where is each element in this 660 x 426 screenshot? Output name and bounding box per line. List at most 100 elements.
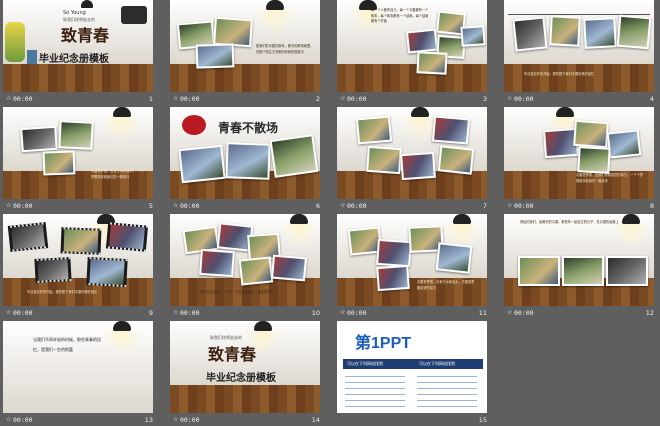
- photo: [405, 28, 439, 54]
- slide-duration: 00:00: [180, 416, 200, 424]
- slide-number: 2: [315, 95, 320, 103]
- slide-preview: 致我们终将逝去的 致青春 毕业纪念册模板: [170, 321, 320, 413]
- slide-number: 4: [649, 95, 654, 103]
- animation-star-icon[interactable]: ☆: [340, 202, 345, 209]
- animation-star-icon[interactable]: ☆: [173, 95, 178, 102]
- photo: [376, 238, 412, 268]
- caption-text: 曾经的我们，最美好的青春，那些年一起走过的日子，在青春的画卷上: [520, 220, 619, 224]
- slide-meta: 15: [337, 414, 487, 426]
- animation-star-icon[interactable]: ☆: [173, 416, 178, 423]
- caption-text: 青春是梦想，是我们勇敢前进的动力，一个个梦想陪伴着我们一路走来: [576, 173, 643, 183]
- slide-preview: 毕业是另外的开始，那些属于我们青春的美好回忆: [3, 214, 153, 306]
- slide-preview: So Young 致我们终将逝去的 致青春 毕业纪念册模板: [3, 0, 153, 92]
- photo: [416, 51, 448, 75]
- slide-number: 8: [649, 202, 654, 210]
- photo: [58, 120, 94, 150]
- photo: [549, 15, 581, 47]
- slide-number: 13: [144, 416, 153, 424]
- slide-thumbnail-5[interactable]: 青春有梦想，也有汗水和泪水，一个个梦想陪伴着我们的一路前行 ☆ 00:00 5: [0, 107, 153, 212]
- slide-preview: 第1PPT 可以在下列网站找到 可以在下列网站找到: [337, 321, 487, 413]
- film-photo: [7, 222, 49, 252]
- photo: [366, 145, 402, 175]
- animation-star-icon[interactable]: ☆: [340, 95, 345, 102]
- slide-thumbnail-13[interactable]: 当我们不再年轻的时候，那些青春的回忆，是我们一生的财富 ☆ 00:00 13: [0, 321, 153, 426]
- slide-number: 12: [645, 309, 654, 317]
- animation-star-icon[interactable]: ☆: [507, 202, 512, 209]
- camera-image: [121, 6, 147, 24]
- lamp-icon: [244, 321, 282, 357]
- slide-number: 6: [315, 202, 320, 210]
- logo-text: 第1PPT: [355, 335, 412, 352]
- slide-meta: ☆ 00:00 6: [170, 200, 320, 212]
- slide-preview: 青春有梦想，也有汗水和泪水，青春是勇敢前进的动力: [337, 214, 487, 306]
- lamp-icon: [612, 214, 650, 250]
- lamp-icon: [81, 0, 93, 8]
- lamp-icon: [546, 107, 584, 143]
- lamp-icon: [401, 107, 439, 143]
- animation-star-icon[interactable]: ☆: [6, 202, 11, 209]
- slide-number: 5: [148, 202, 153, 210]
- slide-thumbnail-3[interactable]: 每一个人都有自己、每一个青春都有一个故事，每个故事都有一个结局，每个结局都有个开…: [334, 0, 487, 105]
- lamp-icon: [103, 107, 141, 143]
- photo: [460, 25, 486, 47]
- slide-duration: 00:00: [347, 309, 367, 317]
- slide-number: 9: [148, 309, 153, 317]
- title-bottom: 毕业纪念册模板: [39, 54, 109, 65]
- photo: [616, 14, 652, 50]
- film-photo: [86, 256, 128, 288]
- photo: [606, 256, 648, 286]
- animation-star-icon[interactable]: ☆: [507, 309, 512, 316]
- slide-thumbnail-12[interactable]: 曾经的我们，最美好的青春，那些年一起走过的日子，在青春的画卷上 ☆ 00:00 …: [501, 214, 654, 319]
- slide-thumbnail-11[interactable]: 青春有梦想，也有汗水和泪水，青春是勇敢前进的动力 ☆ 00:00 11: [334, 214, 487, 319]
- slide-duration: 00:00: [13, 202, 33, 210]
- animation-star-icon[interactable]: ☆: [6, 95, 11, 102]
- photo: [195, 43, 235, 69]
- slide-thumbnail-6[interactable]: 青春不散场 ☆ 00:00 6: [167, 107, 320, 212]
- photo: [435, 242, 473, 274]
- slide-thumbnail-2[interactable]: 愿我们的青春在那年，那天的那场雨里，在那个陌生又熟悉的你我的笑脸中 ☆ 00:0…: [167, 0, 320, 105]
- slide-preview: [337, 107, 487, 199]
- slide-thumbnail-1[interactable]: So Young 致我们终将逝去的 致青春 毕业纪念册模板 ☆ 00:00 1: [0, 0, 153, 105]
- slide-sorter-grid: So Young 致我们终将逝去的 致青春 毕业纪念册模板 ☆ 00:00 1 …: [0, 0, 660, 425]
- slide-thumbnail-4[interactable]: 毕业是另外的开始，那些属于我们青春的美好回忆 ☆ 00:00 4: [501, 0, 654, 105]
- slide-number: 15: [478, 416, 487, 424]
- slide-meta: ☆ 00:00 12: [504, 307, 654, 319]
- slide-preview: 曾经的我们，最美好的青春，那些年一起走过的日子，在青春的画卷上: [504, 214, 654, 306]
- slide-meta: ☆ 00:00 10: [170, 307, 320, 319]
- film-photo: [105, 222, 149, 252]
- slide-meta: ☆ 00:00 1: [3, 93, 153, 105]
- slide-thumbnail-7[interactable]: ☆ 00:00 7: [334, 107, 487, 212]
- animation-star-icon[interactable]: ☆: [173, 202, 178, 209]
- slide-thumbnail-15[interactable]: 第1PPT 可以在下列网站找到 可以在下列网站找到 15: [334, 321, 487, 426]
- lamp-icon: [280, 214, 318, 250]
- photo: [269, 134, 319, 178]
- slide-duration: 00:00: [180, 202, 200, 210]
- animation-star-icon[interactable]: ☆: [340, 309, 345, 316]
- photo: [178, 144, 226, 184]
- slide-duration: 00:00: [180, 309, 200, 317]
- slide-thumbnail-14[interactable]: 致我们终将逝去的 致青春 毕业纪念册模板 ☆ 00:00 14: [167, 321, 320, 426]
- caption-text: 时光总会远去，一个又一个的青春故事，曾经的我们: [200, 290, 274, 294]
- caption-text: 毕业是另外的开始，那些属于我们青春的美好回忆: [27, 290, 98, 294]
- slide-meta: ☆ 00:00 14: [170, 414, 320, 426]
- photo: [606, 129, 642, 159]
- animation-star-icon[interactable]: ☆: [507, 95, 512, 102]
- title-main: 致青春: [61, 26, 110, 45]
- film-photo: [60, 227, 102, 255]
- slide-duration: 00:00: [13, 309, 33, 317]
- slide-meta: ☆ 00:00 9: [3, 307, 153, 319]
- slide-meta: ☆ 00:00 4: [504, 93, 654, 105]
- slide-meta: ☆ 00:00 11: [337, 307, 487, 319]
- animation-star-icon[interactable]: ☆: [6, 416, 11, 423]
- slide-thumbnail-9[interactable]: 毕业是另外的开始，那些属于我们青春的美好回忆 ☆ 00:00 9: [0, 214, 153, 319]
- slide-thumbnail-10[interactable]: 时光总会远去，一个又一个的青春故事，曾经的我们 ☆ 00:00 10: [167, 214, 320, 319]
- slide-meta: ☆ 00:00 13: [3, 414, 153, 426]
- photo: [518, 256, 560, 286]
- slide-preview: 青春不散场: [170, 107, 320, 199]
- caption-text: 愿我们的青春在那年，那天的那场雨里，在那个陌生又熟悉的你我的笑脸中: [256, 44, 314, 54]
- title-bottom: 毕业纪念册模板: [206, 373, 276, 384]
- slide-thumbnail-8[interactable]: 青春是梦想，是我们勇敢前进的动力，一个个梦想陪伴着我们一路走来 ☆ 00:00 …: [501, 107, 654, 212]
- caption-text: 青春有梦想，也有汗水和泪水，一个个梦想陪伴着我们的一路前行: [91, 169, 146, 179]
- animation-star-icon[interactable]: ☆: [6, 309, 11, 316]
- animation-star-icon[interactable]: ☆: [173, 309, 178, 316]
